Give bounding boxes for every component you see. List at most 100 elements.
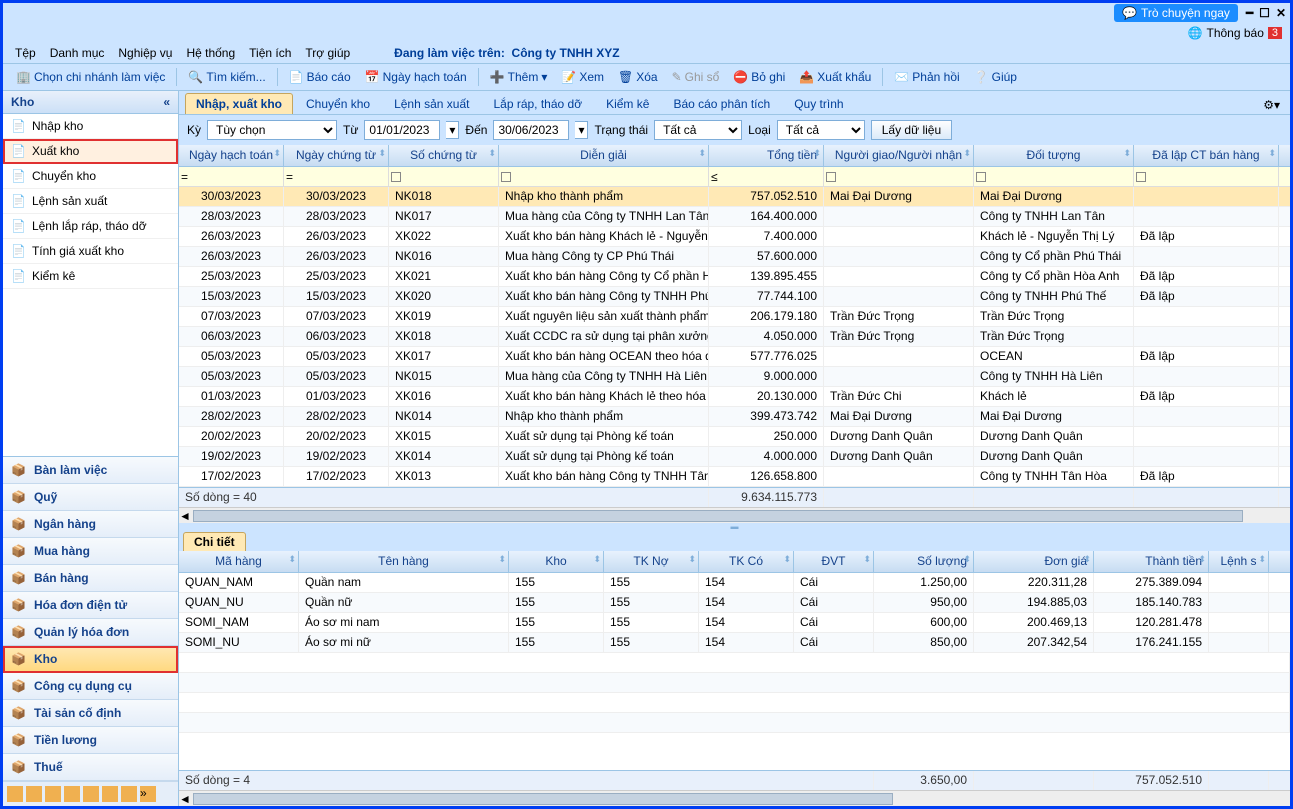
table-row[interactable]: 28/02/202328/02/2023NK014Nhập kho thành … [179,407,1290,427]
add-button[interactable]: ➕Thêm ▾ [485,68,553,86]
sidebar-item-1[interactable]: 📄Xuất kho [3,139,178,164]
col-description[interactable]: Diễn giải [499,145,709,166]
grid-filter-row[interactable]: == ≤ [179,167,1290,187]
table-row[interactable]: 17/02/202317/02/2023XK013Xuất kho bán hà… [179,467,1290,487]
menu-operations[interactable]: Nghiệp vụ [118,46,172,60]
table-row[interactable]: 01/03/202301/03/2023XK016Xuất kho bán hà… [179,387,1290,407]
nav-item-5[interactable]: 📦Hóa đơn điện tử [3,592,178,619]
nav-item-10[interactable]: 📦Tiền lương [3,727,178,754]
sidebar-item-0[interactable]: 📄Nhập kho [3,114,178,139]
table-row[interactable]: 15/03/202315/03/2023XK020Xuất kho bán hà… [179,287,1290,307]
sidebar-item-2[interactable]: 📄Chuyển kho [3,164,178,189]
grid-body[interactable]: 30/03/202330/03/2023NK018Nhập kho thành … [179,187,1290,487]
nav-item-8[interactable]: 📦Công cụ dụng cụ [3,673,178,700]
fetch-button[interactable]: Lấy dữ liệu [871,120,952,140]
status-select[interactable]: Tất cả [654,120,742,140]
delete-button[interactable]: 🗑Xóa [613,68,663,86]
posting-date-button[interactable]: 📅Ngày hạch toán [360,68,472,86]
notif-label[interactable]: Thông báo [1206,26,1263,40]
table-row[interactable]: 30/03/202330/03/2023NK018Nhập kho thành … [179,187,1290,207]
export-button[interactable]: 📤Xuất khẩu [794,68,876,86]
period-select[interactable]: Tùy chọn [207,120,337,140]
col-partner[interactable]: Đối tượng [974,145,1134,166]
search-button[interactable]: 🔍Tìm kiếm... [183,68,270,86]
tab-3[interactable]: Lắp ráp, tháo dỡ [482,93,593,114]
menu-categories[interactable]: Danh mục [50,46,105,60]
nav-item-1[interactable]: 📦Quỹ [3,484,178,511]
type-select[interactable]: Tất cả [777,120,865,140]
table-row[interactable]: 05/03/202305/03/2023NK015Mua hàng của Cô… [179,367,1290,387]
nav-item-7[interactable]: 📦Kho [3,646,178,673]
dropdown-icon[interactable]: ▾ [575,121,588,139]
nav-item-4[interactable]: 📦Bán hàng [3,565,178,592]
nav-overflow-icons[interactable]: » [3,781,178,806]
dcol-order[interactable]: Lệnh s [1209,551,1269,572]
tab-2[interactable]: Lệnh sản xuất [383,93,480,114]
col-voucher-no[interactable]: Số chứng từ [389,145,499,166]
sidebar-item-4[interactable]: 📄Lệnh lắp ráp, tháo dỡ [3,214,178,239]
menu-help[interactable]: Trợ giúp [305,46,350,60]
detail-body[interactable]: QUAN_NAMQuần nam155155154Cái1.250,00220.… [179,573,1290,770]
detail-tab[interactable]: Chi tiết [183,532,246,551]
dcol-unit-price[interactable]: Đơn giá [974,551,1094,572]
view-button[interactable]: 📝Xem [556,68,609,86]
unpost-button[interactable]: ⛔Bỏ ghi [728,68,790,86]
menu-system[interactable]: Hệ thống [186,46,235,60]
col-voucher-date[interactable]: Ngày chứng từ [284,145,389,166]
nav-item-2[interactable]: 📦Ngân hàng [3,511,178,538]
feedback-button[interactable]: ✉️Phản hồi [889,68,964,86]
nav-item-11[interactable]: 📦Thuế [3,754,178,781]
detail-row[interactable]: QUAN_NUQuần nữ155155154Cái950,00194.885,… [179,593,1290,613]
table-row[interactable]: 25/03/202325/03/2023XK021Xuất kho bán hà… [179,267,1290,287]
tab-0[interactable]: Nhập, xuất kho [185,93,293,114]
nav-item-3[interactable]: 📦Mua hàng [3,538,178,565]
table-row[interactable]: 20/02/202320/02/2023XK015Xuất sử dụng tạ… [179,427,1290,447]
nav-item-9[interactable]: 📦Tài sản cố định [3,700,178,727]
table-row[interactable]: 26/03/202326/03/2023XK022Xuất kho bán hà… [179,227,1290,247]
detail-row[interactable]: SOMI_NUÁo sơ mi nữ155155154Cái850,00207.… [179,633,1290,653]
close-button[interactable]: ✕ [1276,6,1286,20]
dropdown-icon[interactable]: ▾ [446,121,459,139]
nav-item-0[interactable]: 📦Bàn làm việc [3,457,178,484]
tab-6[interactable]: Quy trình [783,93,854,114]
col-total[interactable]: Tổng tiền [709,145,824,166]
dcol-quantity[interactable]: Số lượng [874,551,974,572]
report-button[interactable]: 📄Báo cáo [284,68,356,86]
dcol-item-name[interactable]: Tên hàng [299,551,509,572]
tab-4[interactable]: Kiểm kê [595,93,660,114]
minimize-button[interactable]: ━ [1246,6,1253,20]
col-sales-voucher-created[interactable]: Đã lập CT bán hàng [1134,145,1279,166]
sidebar-item-6[interactable]: 📄Kiểm kê [3,264,178,289]
menu-utilities[interactable]: Tiện ích [249,46,291,60]
table-row[interactable]: 26/03/202326/03/2023NK016Mua hàng Công t… [179,247,1290,267]
detail-row[interactable]: SOMI_NAMÁo sơ mi nam155155154Cái600,0020… [179,613,1290,633]
detail-row[interactable]: QUAN_NAMQuần nam155155154Cái1.250,00220.… [179,573,1290,593]
chat-button[interactable]: 💬 Trò chuyện ngay [1114,4,1238,22]
dcol-amount[interactable]: Thành tiền [1094,551,1209,572]
tab-5[interactable]: Báo cáo phân tích [662,93,781,114]
sidebar-item-3[interactable]: 📄Lệnh sản xuất [3,189,178,214]
col-person[interactable]: Người giao/Người nhận [824,145,974,166]
table-row[interactable]: 28/03/202328/03/2023NK017Mua hàng của Cô… [179,207,1290,227]
table-row[interactable]: 05/03/202305/03/2023XK017Xuất kho bán hà… [179,347,1290,367]
from-date[interactable] [364,120,440,140]
table-row[interactable]: 06/03/202306/03/2023XK018Xuất CCDC ra sử… [179,327,1290,347]
settings-gear[interactable]: ⚙▾ [1259,96,1284,114]
help-button[interactable]: ❔Giúp [969,68,1022,86]
sidebar-item-5[interactable]: 📄Tính giá xuất kho [3,239,178,264]
dcol-credit-acc[interactable]: TK Có [699,551,794,572]
col-posting-date[interactable]: Ngày hạch toán [179,145,284,166]
detail-h-scrollbar[interactable]: ◄ [179,790,1290,806]
collapse-icon[interactable]: « [163,95,170,109]
dcol-warehouse[interactable]: Kho [509,551,604,572]
menu-file[interactable]: Tệp [15,46,36,60]
dcol-debit-acc[interactable]: TK Nợ [604,551,699,572]
maximize-button[interactable]: ☐ [1259,6,1270,20]
dcol-item-code[interactable]: Mã hàng [179,551,299,572]
nav-item-6[interactable]: 📦Quản lý hóa đơn [3,619,178,646]
dcol-unit[interactable]: ĐVT [794,551,874,572]
tab-1[interactable]: Chuyển kho [295,93,381,114]
to-date[interactable] [493,120,569,140]
table-row[interactable]: 19/02/202319/02/2023XK014Xuất sử dụng tạ… [179,447,1290,467]
branch-selector[interactable]: 🏢Chọn chi nhánh làm việc [11,68,170,86]
